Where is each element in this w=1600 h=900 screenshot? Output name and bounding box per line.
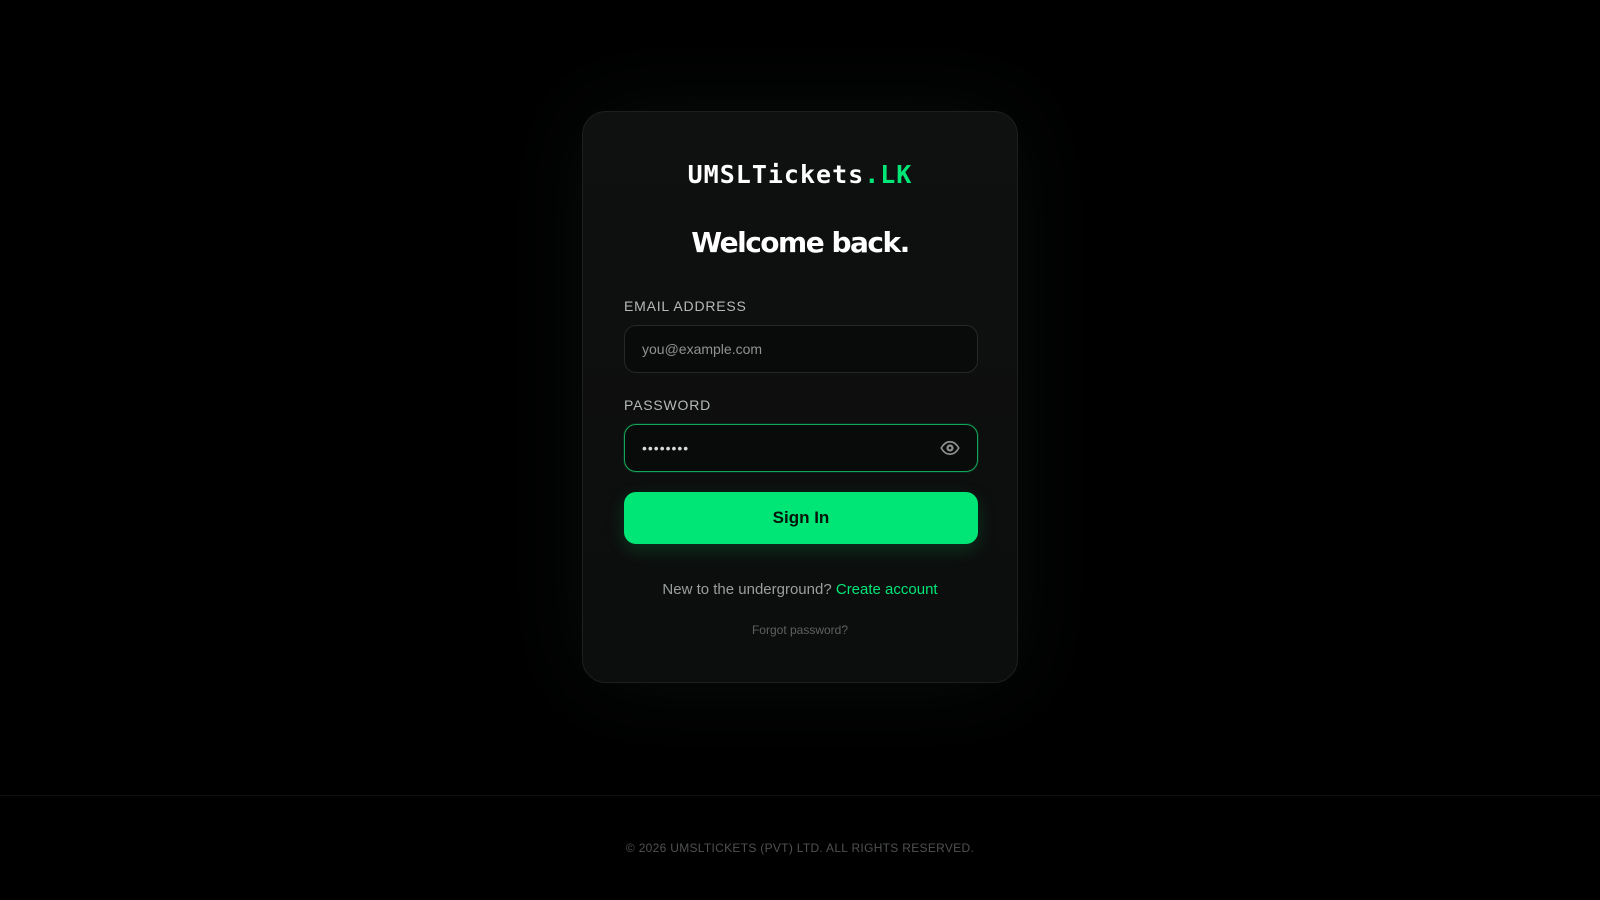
email-label: EMAIL ADDRESS	[624, 298, 747, 314]
page-title: Welcome back.	[691, 226, 910, 259]
forgot-password-link[interactable]: Forgot password?	[752, 623, 848, 637]
password-label: PASSWORD	[624, 397, 712, 413]
footer: © 2026 UMSLTICKETS (PVT) LTD. ALL RIGHTS…	[0, 795, 1600, 900]
create-account-prompt: New to the underground? Create account	[583, 581, 1017, 598]
copyright-text: © 2026 UMSLTICKETS (PVT) LTD. ALL RIGHTS…	[625, 841, 975, 855]
brand-suffix: .LK	[864, 160, 913, 189]
sign-in-button[interactable]: Sign In	[624, 492, 978, 544]
login-page: UMSLTickets.LK Welcome back. EMAIL ADDRE…	[0, 0, 1600, 900]
brand-logo: UMSLTickets.LK	[583, 160, 1017, 189]
new-user-text: New to the underground?	[662, 581, 832, 598]
brand-name: UMSLTickets	[687, 160, 865, 189]
login-card: UMSLTickets.LK Welcome back. EMAIL ADDRE…	[582, 111, 1018, 683]
password-input[interactable]	[624, 424, 978, 472]
email-input[interactable]	[624, 325, 978, 373]
forgot-password-row: Forgot password?	[583, 623, 1017, 637]
create-account-link[interactable]: Create account	[836, 581, 938, 598]
eye-icon[interactable]	[940, 439, 960, 457]
